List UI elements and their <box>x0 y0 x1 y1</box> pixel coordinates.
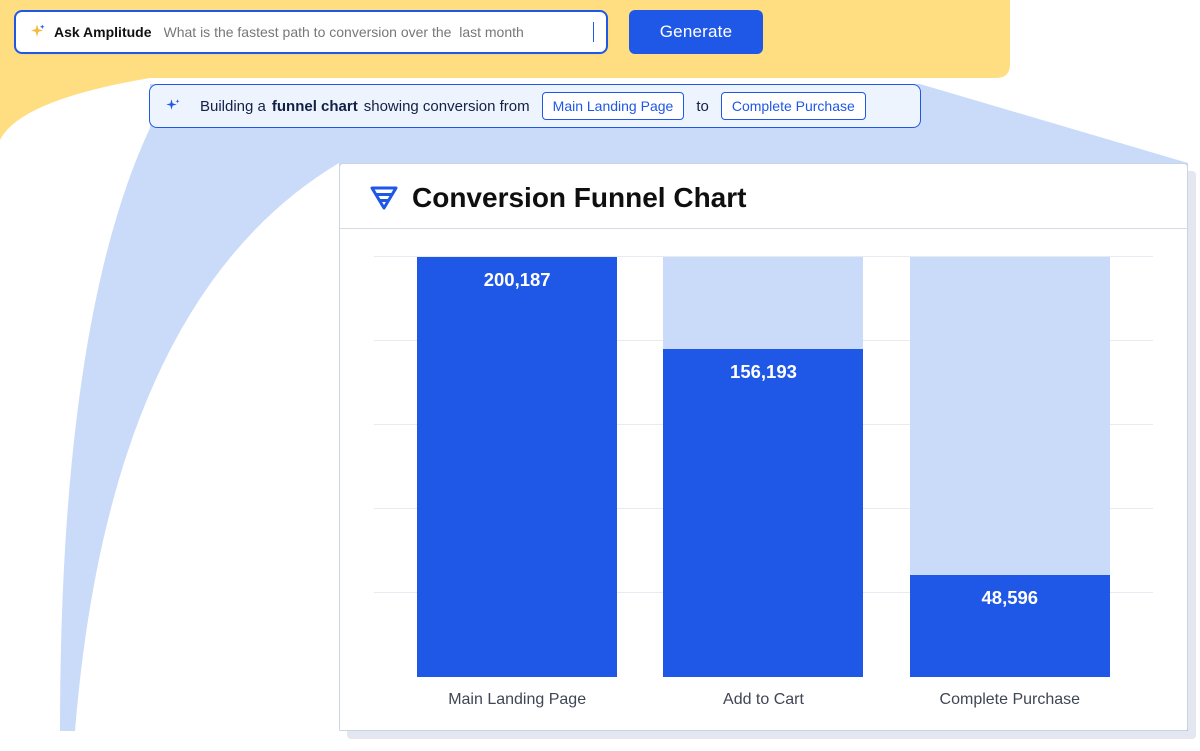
building-text-prefix: Building a <box>200 98 266 115</box>
bar-foreground: 156,193 <box>663 349 863 677</box>
sparkle-icon <box>164 97 182 115</box>
bar-foreground: 200,187 <box>417 257 617 677</box>
bar-value-label: 200,187 <box>484 269 551 291</box>
x-axis-label: Main Landing Page <box>417 691 617 709</box>
text-cursor <box>593 22 595 42</box>
x-axis-label: Complete Purchase <box>910 691 1110 709</box>
funnel-icon <box>370 184 398 212</box>
chip-to-event[interactable]: Complete Purchase <box>721 92 866 120</box>
generate-button[interactable]: Generate <box>629 10 763 54</box>
ask-amplitude-input-container[interactable]: Ask Amplitude <box>14 10 608 54</box>
chart-panel: Conversion Funnel Chart 200,187 156,193 48… <box>339 163 1188 731</box>
bar-column: 200,187 <box>417 257 617 677</box>
chart-header: Conversion Funnel Chart <box>340 164 1187 229</box>
x-axis-label: Add to Cart <box>663 691 863 709</box>
bar-column: 48,596 <box>910 257 1110 677</box>
ask-amplitude-label: Ask Amplitude <box>54 24 152 40</box>
building-status-box: Building a funnel chart showing conversi… <box>149 84 921 128</box>
building-text-to: to <box>696 98 709 115</box>
bar-foreground: 48,596 <box>910 575 1110 677</box>
plot-area: 200,187 156,193 48,596 <box>374 257 1153 677</box>
bars-container: 200,187 156,193 48,596 <box>374 257 1153 677</box>
x-axis-labels: Main Landing Page Add to Cart Complete Pur… <box>374 677 1153 709</box>
bar-value-label: 156,193 <box>730 361 797 383</box>
chart-title: Conversion Funnel Chart <box>412 182 746 214</box>
ask-amplitude-input[interactable] <box>162 23 591 41</box>
bar-column: 156,193 <box>663 257 863 677</box>
building-text-bold: funnel chart <box>272 98 358 115</box>
building-text-mid: showing conversion from <box>364 98 530 115</box>
sparkle-icon <box>28 23 46 41</box>
chart-body: 200,187 156,193 48,596 Main Landing Page Ad… <box>340 229 1187 730</box>
bar-value-label: 48,596 <box>982 587 1039 609</box>
chip-from-event[interactable]: Main Landing Page <box>542 92 685 120</box>
